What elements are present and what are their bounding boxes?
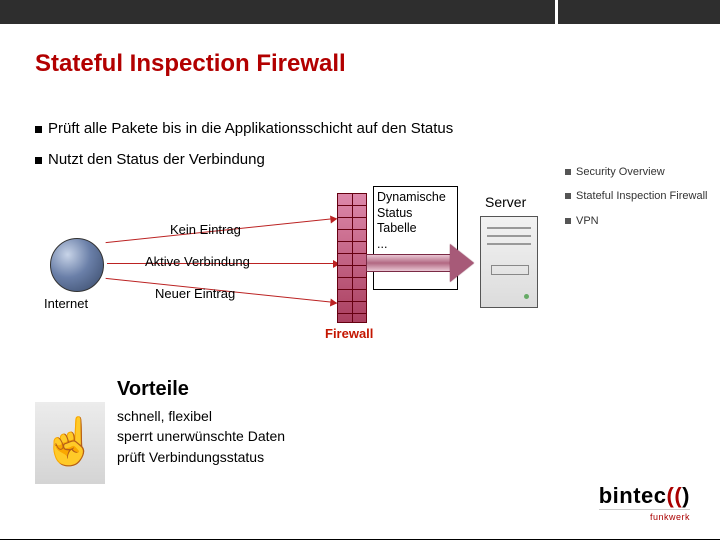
internet-label: Internet [44, 296, 88, 311]
label-new-entry: Neuer Eintrag [155, 286, 235, 301]
thumbs-up-tile: ☝ [35, 402, 105, 484]
internet-sphere-icon [50, 238, 104, 292]
sidebar-agenda: Security Overview Stateful Inspection Fi… [565, 165, 715, 238]
brand-sub: funkwerk [599, 509, 690, 522]
top-bar-gap [555, 0, 558, 24]
slide-root: Stateful Inspection Firewall Prüft alle … [0, 0, 720, 540]
slide-title: Stateful Inspection Firewall [35, 50, 346, 78]
server-vent [487, 243, 531, 245]
sidebar-item-label: VPN [576, 214, 599, 228]
sidebar-item-security-overview: Security Overview [565, 165, 715, 179]
sidebar-item-stateful-inspection: Stateful Inspection Firewall [565, 189, 715, 203]
bullet-item: Prüft alle Pakete bis in die Applikation… [35, 120, 535, 137]
arrow-shaft [366, 254, 450, 272]
bullet-text: Prüft alle Pakete bis in die Applikation… [48, 120, 453, 137]
server-led [524, 294, 529, 299]
bullet-item: Nutzt den Status der Verbindung [35, 151, 535, 168]
firewall-wall-icon [337, 193, 367, 323]
advantages-block: ☝ Vorteile schnell, flexibel sperrt uner… [35, 378, 345, 488]
advantages-title: Vorteile [117, 378, 189, 401]
server-label: Server [485, 194, 526, 210]
bullet-square-icon [565, 193, 571, 199]
top-bar [0, 0, 720, 24]
sidebar-item-label: Security Overview [576, 165, 665, 179]
bullet-square-icon [565, 169, 571, 175]
firewall-diagram: Internet Kein Eintrag Aktive Verbindung … [35, 188, 555, 358]
brand-name: bintec(() [599, 483, 690, 508]
server-vent [487, 235, 531, 237]
server-vent [487, 227, 531, 229]
bullet-text: Nutzt den Status der Verbindung [48, 151, 265, 168]
server-drive-slot [491, 265, 529, 275]
brand-paren-close: ) [682, 483, 690, 508]
thumbs-up-icon: ☝ [41, 414, 98, 469]
brand-logo: bintec(() funkwerk [599, 483, 690, 522]
arrow-head [450, 244, 474, 282]
advantages-item: schnell, flexibel [117, 406, 285, 426]
sidebar-item-label: Stateful Inspection Firewall [576, 189, 707, 203]
server-icon [480, 216, 538, 308]
bullet-square-icon [565, 218, 571, 224]
sidebar-item-vpn: VPN [565, 214, 715, 228]
label-no-entry: Kein Eintrag [170, 222, 241, 237]
label-active-connection: Aktive Verbindung [145, 254, 250, 269]
pass-through-arrow-icon [366, 244, 474, 282]
brand-paren-open: (( [667, 483, 683, 508]
firewall-label: Firewall [325, 326, 373, 341]
bullet-square-icon [35, 157, 42, 164]
bullet-square-icon [35, 126, 42, 133]
advantages-item: sperrt unerwünschte Daten [117, 426, 285, 446]
brand-text: bintec [599, 483, 667, 508]
main-bullets: Prüft alle Pakete bis in die Applikation… [35, 120, 535, 182]
advantages-list: schnell, flexibel sperrt unerwünschte Da… [117, 406, 285, 467]
advantages-item: prüft Verbindungsstatus [117, 447, 285, 467]
